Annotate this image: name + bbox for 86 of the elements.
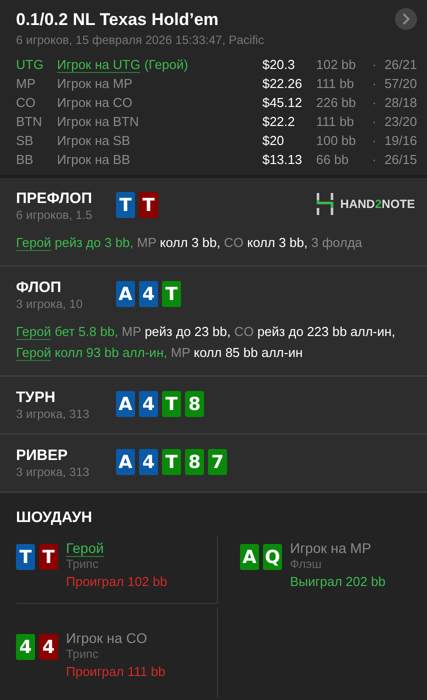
hero-link[interactable]: Герой [16,324,52,339]
player-name[interactable]: Игрок на SB [57,133,130,148]
playing-card: A [116,449,135,475]
separator-dot: · [372,152,378,167]
playing-card: 4 [139,449,158,475]
playing-card: T [16,544,35,570]
street-title: ПРЕФЛОП [16,190,93,207]
big-blinds: 102 bb [316,57,357,72]
player-stats: 26/15 [384,152,417,167]
street-info: 3 игрока, 313 [16,407,90,421]
stack-amount: $13.13 [262,152,304,167]
position-label: BTN [16,114,43,129]
big-blinds: 100 bb [316,133,357,148]
position-label: BB [16,152,34,167]
hero-link[interactable]: Герой [66,540,104,556]
playing-card: 4 [39,634,58,660]
hero-link[interactable]: Герой [16,235,52,250]
playing-card: T [116,192,135,218]
playing-card: 8 [185,391,204,417]
street-info: 6 игроков, 1.5 [16,208,94,222]
playing-card: 8 [185,449,204,475]
game-title: 0.1/0.2 NL Texas Hold’em [16,10,220,30]
result-text: Выиграл 202 bb [290,574,386,589]
player-stats: 19/16 [384,133,417,148]
player-stats: 28/18 [384,95,417,110]
position-label: MP [16,76,36,91]
player-name[interactable]: Игрок на MP [57,76,132,91]
separator-dot: · [372,57,378,72]
player-name: Игрок на CO [66,630,148,646]
stack-amount: $20 [262,133,286,148]
separator-dot: · [372,76,378,91]
playing-card: 4 [16,634,35,660]
playing-card: T [39,544,58,570]
next-button[interactable] [395,8,417,30]
big-blinds: 66 bb [316,152,350,167]
street-title: ФЛОП [16,279,62,296]
separator-dot: · [372,95,378,110]
hero-link[interactable]: Герой [16,345,52,360]
big-blinds: 226 bb [316,95,357,110]
street-info: 3 игрока, 313 [16,465,90,479]
stack-amount: $22.26 [262,76,304,91]
position-label: UTG [16,57,44,72]
playing-card: T [139,192,158,218]
playing-card: 7 [208,449,227,475]
position-label: SB [16,133,34,148]
playing-card: 4 [139,391,158,417]
action-line: Герой бет 5.8 bb, MP рейз до 23 bb, CO рейз до 223 bb алл-ин, Герой колл 93 bb алл-ин, MP колл 85 bb алл-ин [16,323,396,362]
street-title: РИВЕР [16,447,69,464]
hand-rank: Трипс [66,647,99,661]
playing-card: T [162,281,181,307]
stack-amount: $22.2 [262,114,296,129]
big-blinds: 111 bb [316,114,355,129]
player-stats: 57/20 [384,76,417,91]
big-blinds: 111 bb [316,76,355,91]
player-stats: 23/20 [384,114,417,129]
separator-dot: · [372,133,378,148]
playing-card: Q [263,544,282,570]
action-line: Герой рейз до 3 bb, MP колл 3 bb, CO колл 3 bb, 3 фолда [16,234,364,252]
playing-card: T [162,449,181,475]
stack-amount: $20.3 [262,57,296,72]
playing-card: T [162,391,181,417]
street-title: ТУРН [16,389,56,406]
player-stats: 26/21 [384,57,417,72]
position-label: CO [16,95,36,110]
showdown-title: ШОУДАУН [16,509,94,526]
hand-rank: Флэш [290,557,322,571]
player-name[interactable]: Игрок на CO [57,95,132,110]
separator-dot: · [372,114,378,129]
hand-rank: Трипс [66,557,99,571]
brand-name: HAND2NOTE [340,197,415,211]
hero-tag: (Герой) [144,57,188,72]
player-name[interactable]: Игрок на BB [57,152,130,167]
playing-card: 4 [139,281,158,307]
street-info: 3 игрока, 10 [16,297,84,311]
playing-card: A [116,281,135,307]
game-info: 6 игроков, 15 февраля 2026 15:33:47, Pacific [16,33,264,47]
player-name: Игрок на MP [290,540,372,556]
chevron-right-icon [402,13,410,25]
result-text: Проиграл 102 bb [66,574,168,589]
playing-card: A [240,544,259,570]
result-text: Проиграл 111 bb [66,664,166,679]
stack-amount: $45.12 [262,95,304,110]
player-name[interactable]: Игрок на UTG [57,57,140,72]
playing-card: A [116,391,135,417]
logo-icon [316,192,334,216]
player-name[interactable]: Игрок на BTN [57,114,139,129]
